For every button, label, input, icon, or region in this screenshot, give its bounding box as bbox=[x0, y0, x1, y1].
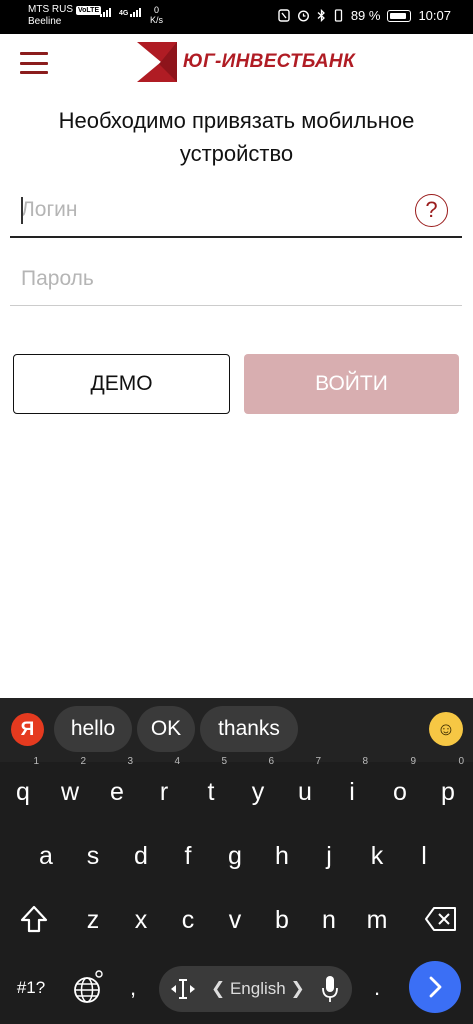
password-field[interactable] bbox=[10, 256, 462, 306]
key-d[interactable]: d bbox=[121, 830, 161, 882]
key-c[interactable]: c bbox=[168, 894, 208, 946]
key-v[interactable]: v bbox=[215, 894, 255, 946]
text-cursor bbox=[21, 197, 23, 224]
speed-unit: K/s bbox=[150, 15, 164, 25]
enter-key[interactable] bbox=[409, 961, 461, 1013]
key-g[interactable]: g bbox=[215, 830, 255, 882]
key-w[interactable]: w2 bbox=[50, 757, 90, 818]
login-field[interactable]: ? bbox=[10, 186, 462, 238]
nfc-icon bbox=[278, 9, 290, 22]
cursor-control-icon bbox=[171, 979, 195, 999]
vibrate-icon bbox=[334, 9, 342, 22]
network-type: 4G bbox=[119, 10, 129, 17]
bank-logo: ЮГ-ИНВЕСТБАНК bbox=[137, 42, 355, 82]
signal-icon bbox=[100, 8, 111, 17]
key-f[interactable]: f bbox=[168, 830, 208, 882]
network-speed: 0 K/s bbox=[150, 5, 163, 25]
chevron-right-icon bbox=[429, 976, 442, 998]
suggestion-chip[interactable]: hello bbox=[54, 706, 132, 752]
microphone-icon[interactable] bbox=[320, 974, 340, 1004]
alarm-icon bbox=[297, 10, 309, 22]
key-z[interactable]: z bbox=[73, 894, 113, 946]
key-p[interactable]: p0 bbox=[428, 757, 468, 818]
hamburger-menu-icon[interactable] bbox=[20, 52, 48, 74]
smiley-emoji-icon[interactable]: ☺ bbox=[429, 712, 463, 746]
key-b[interactable]: b bbox=[262, 894, 302, 946]
backspace-key-icon[interactable] bbox=[424, 906, 458, 932]
globe-icon[interactable] bbox=[70, 968, 104, 1008]
key-y[interactable]: y6 bbox=[238, 757, 278, 818]
key-j[interactable]: j bbox=[309, 830, 349, 882]
symbols-key[interactable]: #1? bbox=[8, 966, 54, 1010]
key-r[interactable]: r4 bbox=[144, 757, 184, 818]
key-u[interactable]: u7 bbox=[285, 757, 325, 818]
login-button[interactable]: ВОЙТИ bbox=[244, 354, 459, 414]
period-key[interactable]: . bbox=[366, 968, 388, 1008]
help-icon[interactable]: ? bbox=[415, 194, 448, 227]
suggestion-chip[interactable]: thanks bbox=[200, 706, 298, 752]
password-input[interactable] bbox=[10, 256, 462, 302]
bluetooth-icon bbox=[317, 9, 325, 22]
yandex-keyboard-icon[interactable]: Я bbox=[11, 713, 44, 746]
shift-key-icon[interactable] bbox=[17, 902, 51, 936]
volte-badge: VoLTE bbox=[76, 5, 102, 15]
key-e[interactable]: e3 bbox=[97, 757, 137, 818]
bank-logo-icon bbox=[137, 42, 177, 82]
battery-percent: 89 % bbox=[350, 8, 381, 23]
key-s[interactable]: s bbox=[73, 830, 113, 882]
app-header: ЮГ-ИНВЕСТБАНК bbox=[0, 34, 473, 94]
status-bar: MTS RUS VoLTE Beeline 4G 0 K/s 89 % 10:0… bbox=[0, 0, 473, 34]
suggestion-chip[interactable]: OK bbox=[137, 706, 195, 752]
page-title: Необходимо привязать мобильное устройств… bbox=[58, 108, 415, 166]
signal-icon-2: 4G bbox=[119, 8, 142, 17]
key-h[interactable]: h bbox=[262, 830, 302, 882]
key-o[interactable]: o9 bbox=[380, 757, 420, 818]
onscreen-keyboard: Я hello OK thanks ☺ q1 w2 e3 r4 t5 y6 u7… bbox=[0, 698, 473, 1024]
key-a[interactable]: a bbox=[26, 830, 66, 882]
space-bar[interactable]: ❮ English ❯ bbox=[159, 966, 352, 1012]
login-input[interactable] bbox=[10, 186, 462, 234]
carrier-secondary: Beeline bbox=[28, 16, 62, 27]
language-label: ❮ English ❯ bbox=[211, 979, 305, 998]
speed-value: 0 bbox=[154, 5, 160, 15]
comma-key[interactable]: , bbox=[120, 968, 146, 1008]
key-k[interactable]: k bbox=[357, 830, 397, 882]
demo-button[interactable]: ДЕМО bbox=[13, 354, 230, 414]
key-n[interactable]: n bbox=[309, 894, 349, 946]
key-q[interactable]: q1 bbox=[3, 757, 43, 818]
key-x[interactable]: x bbox=[121, 894, 161, 946]
carrier-info: MTS RUS VoLTE Beeline bbox=[28, 4, 102, 28]
key-t[interactable]: t5 bbox=[191, 757, 231, 818]
battery-icon bbox=[387, 9, 412, 22]
key-i[interactable]: i8 bbox=[332, 757, 372, 818]
key-m[interactable]: m bbox=[357, 894, 397, 946]
signal-indicators: 4G bbox=[100, 8, 142, 17]
bank-logo-text: ЮГ-ИНВЕСТБАНК bbox=[183, 51, 355, 72]
status-icons: 89 % 10:07 bbox=[278, 8, 451, 23]
carrier-primary: MTS RUS bbox=[28, 4, 73, 15]
clock: 10:07 bbox=[418, 8, 451, 23]
suggestion-bar: Я hello OK thanks ☺ bbox=[0, 698, 473, 762]
key-l[interactable]: l bbox=[404, 830, 444, 882]
